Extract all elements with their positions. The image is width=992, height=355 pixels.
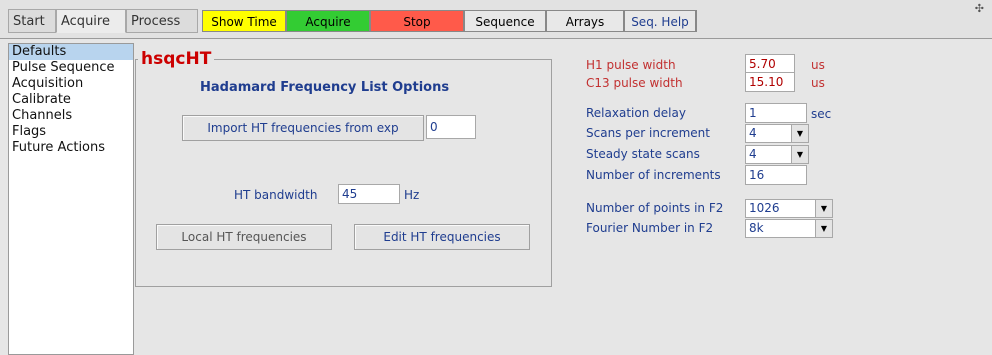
- sidebar-item-channels[interactable]: Channels: [9, 108, 133, 124]
- c13-pulse-width-unit: us: [811, 76, 825, 90]
- sidebar-item-flags[interactable]: Flags: [9, 124, 133, 140]
- chevron-down-icon[interactable]: ▼: [815, 200, 832, 217]
- panel-title: hsqcHT: [138, 49, 215, 69]
- steady-state-scans-select[interactable]: 4 ▼: [745, 145, 809, 164]
- show-time-button[interactable]: Show Time: [202, 10, 286, 32]
- fourier-number-f2-label: Fourier Number in F2: [586, 221, 714, 235]
- edit-ht-frequencies-button[interactable]: Edit HT frequencies: [354, 224, 530, 250]
- work-area: Defaults Pulse Sequence Acquisition Cali…: [0, 38, 992, 355]
- toolbar-spacer: [696, 10, 976, 32]
- h1-pulse-width-unit: us: [811, 58, 825, 72]
- seq-help-button[interactable]: Seq. Help: [624, 10, 696, 32]
- resize-grip-icon: ✣: [974, 2, 984, 15]
- local-ht-frequencies-button[interactable]: Local HT frequencies: [156, 224, 332, 250]
- relaxation-delay-unit: sec: [811, 107, 832, 121]
- steady-state-scans-label: Steady state scans: [586, 147, 700, 161]
- ht-bandwidth-field[interactable]: 45: [338, 184, 400, 204]
- number-of-increments-label: Number of increments: [586, 168, 721, 182]
- tab-process[interactable]: Process: [126, 9, 198, 33]
- sidebar-item-future-actions[interactable]: Future Actions: [9, 140, 133, 156]
- sidebar-item-pulse-sequence[interactable]: Pulse Sequence: [9, 60, 133, 76]
- sequence-button[interactable]: Sequence: [464, 10, 546, 32]
- number-of-points-f2-select[interactable]: 1026 ▼: [745, 199, 833, 218]
- chevron-down-icon[interactable]: ▼: [791, 146, 808, 163]
- scans-per-increment-value: 4: [749, 126, 757, 140]
- number-of-increments-field[interactable]: 16: [745, 165, 807, 185]
- scans-per-increment-label: Scans per increment: [586, 126, 710, 140]
- steady-state-scans-value: 4: [749, 147, 757, 161]
- c13-pulse-width-label: C13 pulse width: [586, 76, 683, 90]
- c13-pulse-width-field[interactable]: 15.10: [745, 72, 795, 92]
- stop-button[interactable]: Stop: [370, 10, 464, 32]
- acquire-button[interactable]: Acquire: [286, 10, 370, 32]
- tab-acquire[interactable]: Acquire: [56, 9, 126, 33]
- ht-bandwidth-label: HT bandwidth: [234, 188, 318, 202]
- relaxation-delay-label: Relaxation delay: [586, 106, 686, 120]
- panel-heading: Hadamard Frequency List Options: [200, 80, 450, 95]
- top-toolbar: Start Acquire Process Show Time Acquire …: [0, 0, 992, 38]
- chevron-down-icon[interactable]: ▼: [815, 220, 832, 237]
- relaxation-delay-field[interactable]: 1: [745, 103, 807, 123]
- import-exp-number-field[interactable]: 0: [426, 115, 476, 139]
- sidebar-item-calibrate[interactable]: Calibrate: [9, 92, 133, 108]
- sidebar: Defaults Pulse Sequence Acquisition Cali…: [8, 43, 134, 355]
- scans-per-increment-select[interactable]: 4 ▼: [745, 124, 809, 143]
- tab-start[interactable]: Start: [8, 9, 56, 33]
- h1-pulse-width-field[interactable]: 5.70: [745, 54, 795, 74]
- fourier-number-f2-select[interactable]: 8k ▼: [745, 219, 833, 238]
- number-of-points-f2-value: 1026: [749, 201, 780, 215]
- import-ht-frequencies-button[interactable]: Import HT frequencies from exp: [182, 115, 424, 141]
- h1-pulse-width-label: H1 pulse width: [586, 58, 676, 72]
- sidebar-item-defaults[interactable]: Defaults: [9, 44, 133, 60]
- chevron-down-icon[interactable]: ▼: [791, 125, 808, 142]
- fourier-number-f2-value: 8k: [749, 221, 764, 235]
- sidebar-item-acquisition[interactable]: Acquisition: [9, 76, 133, 92]
- number-of-points-f2-label: Number of points in F2: [586, 201, 724, 215]
- arrays-button[interactable]: Arrays: [546, 10, 624, 32]
- ht-bandwidth-unit: Hz: [404, 188, 420, 202]
